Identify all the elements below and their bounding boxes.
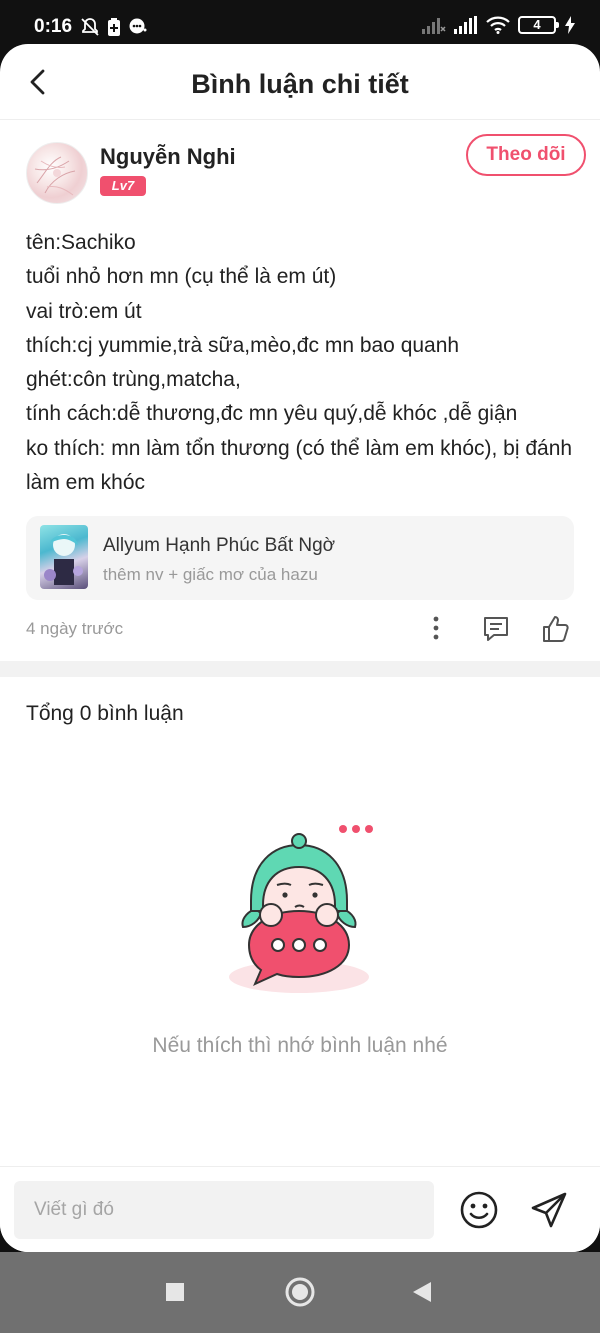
follow-button[interactable]: Theo dõi [466, 134, 586, 176]
linked-story-title: Allyum Hạnh Phúc Bất Ngờ [103, 535, 336, 556]
mute-bell-icon [81, 18, 99, 36]
post-line: tuổi nhỏ hơn mn (cụ thể là em út) [26, 265, 337, 289]
author-name[interactable]: Nguyễn Nghi [100, 144, 236, 170]
post-line: tính cách:dễ thương,đc mn yêu quý,dễ khó… [26, 402, 518, 426]
story-cover-art-icon [44, 534, 83, 585]
comment-detail-sheet: Bình luận chi tiết Nguyễn Nghi Lv7 Theo … [0, 44, 600, 1252]
section-divider [0, 661, 600, 677]
recent-apps-button[interactable] [157, 1274, 193, 1310]
signal-icon [454, 16, 477, 34]
avatar[interactable] [26, 142, 88, 204]
send-icon [531, 1192, 567, 1228]
level-badge: Lv7 [100, 176, 146, 196]
linked-story-card[interactable]: Allyum Hạnh Phúc Bất Ngờ thêm nv + giấc … [26, 516, 574, 600]
more-vertical-icon[interactable] [426, 614, 446, 642]
empty-comments-illustration [225, 819, 385, 1004]
battery-icon: 4 [518, 16, 559, 34]
post-line: thích:cj yummie,trà sữa,mèo,đc mn bao qu… [26, 333, 460, 357]
comment-input[interactable] [14, 1181, 434, 1239]
wifi-icon [486, 16, 510, 34]
comment-input-bar [0, 1166, 600, 1252]
signal-x-icon [422, 18, 446, 34]
system-nav-bar [0, 1252, 600, 1333]
home-button[interactable] [282, 1274, 318, 1310]
thumbs-up-icon[interactable] [541, 614, 571, 644]
story-cover-thumbnail [40, 525, 88, 589]
post-line: ghét:côn trùng,matcha, [26, 368, 241, 392]
emoji-button[interactable] [458, 1189, 500, 1231]
post-line: ko thích: mn làm tổn thương (có thể làm … [26, 436, 573, 495]
header: Bình luận chi tiết [0, 44, 600, 120]
author-row: Nguyễn Nghi Lv7 Theo dõi [26, 134, 586, 212]
battery-saver-icon [108, 18, 120, 36]
linked-story-subtitle: thêm nv + giấc mơ của hazu [103, 565, 318, 584]
charging-bolt-icon [565, 16, 575, 34]
back-nav-button[interactable] [404, 1274, 440, 1310]
avatar-art-icon [34, 156, 76, 196]
page-title: Bình luận chi tiết [191, 69, 409, 99]
empty-comments-message: Nếu thích thì nhớ bình luận nhé [152, 1034, 448, 1057]
triangle-back-icon [413, 1282, 431, 1302]
square-icon [166, 1283, 184, 1301]
chat-bubble-icon [129, 18, 147, 34]
post-time: 4 ngày trước [26, 619, 124, 638]
comments-total: Tổng 0 bình luận [26, 702, 184, 725]
mascot-icon [229, 825, 373, 993]
post-meta-row: 4 ngày trước [26, 614, 576, 644]
status-right: 4 [422, 16, 576, 34]
post-line: vai trò:em út [26, 299, 142, 323]
smiley-icon [460, 1191, 498, 1229]
post-body: tên:Sachiko tuổi nhỏ hơn mn (cụ thể là e… [26, 226, 576, 500]
send-button[interactable] [528, 1189, 570, 1231]
comment-icon[interactable] [481, 614, 511, 644]
circle-icon [285, 1277, 315, 1307]
status-left-icons [80, 17, 148, 37]
status-time: 0:16 [34, 16, 73, 37]
post-line: tên:Sachiko [26, 231, 136, 254]
